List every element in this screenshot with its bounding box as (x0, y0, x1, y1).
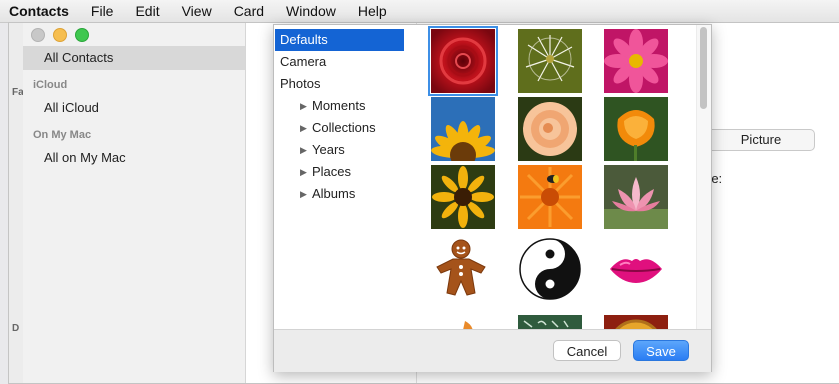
thumbnail-black-eyed-daisy[interactable] (431, 165, 495, 229)
source-item-defaults[interactable]: Defaults (275, 29, 404, 51)
thumbnail-gingerbread-man[interactable] (431, 237, 495, 301)
image-grid (404, 25, 696, 329)
source-item-photos[interactable]: Photos (275, 73, 404, 95)
thumbnail-pink-lotus[interactable] (604, 165, 668, 229)
thumbnail-partial-orange[interactable] (431, 315, 495, 329)
thumbnail-partial-chalkboard[interactable] (518, 315, 582, 329)
source-item-label: Collections (312, 120, 376, 135)
source-item-years[interactable]: ▶ Years (275, 139, 404, 161)
thumbnail-peach-rose[interactable] (518, 97, 582, 161)
menu-bar: Contacts File Edit View Card Window Help (0, 0, 839, 23)
thumbnail-pink-dahlia[interactable] (604, 29, 668, 93)
menu-edit[interactable]: Edit (124, 0, 170, 22)
sidebar-section-on-my-mac: On My Mac (33, 129, 92, 141)
dialog-footer: Cancel Save (274, 329, 711, 372)
close-window-button[interactable] (31, 28, 45, 42)
source-item-label: Moments (312, 98, 366, 113)
source-item-camera[interactable]: Camera (275, 51, 404, 73)
disclosure-triangle-icon[interactable]: ▶ (300, 139, 307, 161)
cancel-button[interactable]: Cancel (553, 340, 621, 361)
thumbnail-red-rose[interactable] (428, 26, 498, 96)
sidebar-item-all-on-my-mac[interactable]: All on My Mac (23, 146, 245, 170)
disclosure-triangle-icon[interactable]: ▶ (300, 95, 307, 117)
thumbnail-dandelion[interactable] (518, 29, 582, 93)
thumbnail-yin-yang[interactable] (518, 237, 582, 301)
thumbnail-lips[interactable] (604, 237, 668, 301)
groups-sidebar: All Contacts iCloud All iCloud On My Mac… (23, 23, 246, 383)
source-item-label: Albums (312, 186, 356, 201)
source-item-albums[interactable]: ▶ Albums (275, 183, 404, 205)
minimize-window-button[interactable] (53, 28, 67, 42)
source-item-label: Years (312, 142, 345, 157)
strip-text-fragment: D (12, 323, 20, 334)
thumbnail-partial-coin[interactable] (604, 315, 668, 329)
zoom-window-button[interactable] (75, 28, 89, 42)
menu-card[interactable]: Card (223, 0, 275, 22)
thumbnail-orange-gerbera-bee[interactable] (518, 165, 582, 229)
source-item-moments[interactable]: ▶ Moments (275, 95, 404, 117)
source-item-collections[interactable]: ▶ Collections (275, 117, 404, 139)
menu-view[interactable]: View (171, 0, 223, 22)
sidebar-item-all-icloud[interactable]: All iCloud (23, 96, 245, 120)
menu-window[interactable]: Window (275, 0, 347, 22)
picture-button[interactable]: Picture (707, 129, 815, 151)
source-list: Defaults Camera Photos ▶ Moments ▶ Collect… (274, 25, 404, 329)
source-item-places[interactable]: ▶ Places (275, 161, 404, 183)
disclosure-triangle-icon[interactable]: ▶ (300, 161, 307, 183)
strip-text-fragment: Fa (12, 87, 24, 98)
menu-app-contacts[interactable]: Contacts (0, 0, 80, 22)
window-controls (31, 28, 89, 42)
scrollbar-thumb[interactable] (700, 27, 707, 109)
source-item-label: Places (312, 164, 352, 179)
behind-window-strip: Fa D (9, 23, 24, 383)
picture-picker-dialog: Defaults Camera Photos ▶ Moments ▶ Collect… (273, 24, 712, 372)
menu-help[interactable]: Help (347, 0, 398, 22)
sidebar-section-icloud: iCloud (33, 79, 68, 91)
thumbnail-sunflower[interactable] (431, 97, 495, 161)
image-grid-scrollbar[interactable] (696, 25, 711, 329)
sidebar-item-all-contacts[interactable]: All Contacts (23, 46, 245, 70)
thumbnail-orange-poppy[interactable] (604, 97, 668, 161)
disclosure-triangle-icon[interactable]: ▶ (300, 117, 307, 139)
disclosure-triangle-icon[interactable]: ▶ (300, 183, 307, 205)
save-button[interactable]: Save (633, 340, 689, 361)
menu-file[interactable]: File (80, 0, 125, 22)
